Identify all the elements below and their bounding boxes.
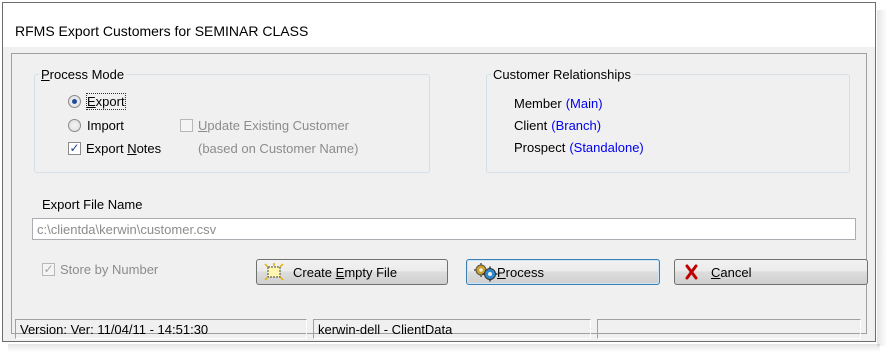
window-title: RFMS Export Customers for SEMINAR CLASS	[15, 23, 309, 39]
update-existing-option[interactable]: Update Existing Customer	[180, 116, 349, 134]
relationship-type: (Main)	[565, 96, 603, 111]
relationship-type: (Standalone)	[569, 140, 644, 155]
export-radio-option[interactable]: Export	[68, 92, 126, 110]
create-empty-file-label: Create Empty File	[293, 264, 398, 280]
export-notes-label: Export Notes	[86, 140, 162, 156]
store-by-number-option[interactable]: ✓ Store by Number	[42, 260, 158, 278]
dialog-window: RFMS Export Customers for SEMINAR CLASS …	[2, 2, 876, 342]
new-file-icon	[263, 262, 285, 282]
export-radio-label: Export	[86, 92, 126, 110]
relationship-name: Prospect	[514, 140, 566, 155]
export-file-name-input[interactable]	[32, 218, 856, 240]
window-shadow-bottom	[8, 344, 880, 352]
based-on-label: (based on Customer Name)	[198, 140, 359, 156]
store-by-number-label: Store by Number	[60, 261, 159, 277]
update-existing-label: Update Existing Customer	[198, 117, 350, 133]
relationship-type: (Branch)	[551, 118, 602, 133]
relationship-client: Client (Branch)	[514, 118, 601, 136]
customer-relationships-legend: Customer Relationships	[493, 67, 632, 82]
status-user: kerwin-dell - ClientData	[313, 319, 591, 339]
update-existing-checkbox[interactable]	[180, 118, 193, 132]
cancel-label: Cancel	[711, 264, 752, 280]
status-bar: Version: Ver: 11/04/11 - 14:51:30 kerwin…	[15, 319, 871, 339]
import-radio[interactable]	[68, 118, 81, 132]
relationship-member: Member (Main)	[514, 96, 603, 114]
dialog-client-area: Process Mode Export Import Update Existi…	[11, 53, 868, 334]
window-shadow-right	[877, 10, 887, 346]
process-button[interactable]: Process	[466, 259, 660, 285]
export-notes-option[interactable]: ✓ Export Notes	[68, 139, 161, 157]
title-bar[interactable]: RFMS Export Customers for SEMINAR CLASS	[3, 3, 875, 47]
based-on-note: (based on Customer Name)	[198, 139, 358, 157]
import-radio-label: Import	[87, 117, 124, 133]
process-label: Process	[497, 264, 544, 280]
gears-icon	[473, 262, 498, 282]
export-notes-checkbox[interactable]: ✓	[68, 141, 81, 155]
cancel-button[interactable]: Cancel	[674, 259, 868, 285]
relationship-prospect: Prospect (Standalone)	[514, 140, 644, 158]
relationship-name: Client	[514, 118, 548, 133]
relationship-name: Member	[514, 96, 562, 111]
import-radio-option[interactable]: Import	[68, 116, 124, 134]
export-radio[interactable]	[68, 94, 81, 108]
close-icon	[681, 262, 703, 282]
store-by-number-checkbox[interactable]: ✓	[42, 262, 55, 276]
status-extra	[597, 319, 861, 339]
export-file-name-label: Export File Name	[42, 197, 143, 212]
status-version: Version: Ver: 11/04/11 - 14:51:30	[15, 319, 307, 339]
create-empty-file-button[interactable]: Create Empty File	[256, 259, 448, 285]
process-mode-legend: Process Mode	[41, 67, 125, 82]
